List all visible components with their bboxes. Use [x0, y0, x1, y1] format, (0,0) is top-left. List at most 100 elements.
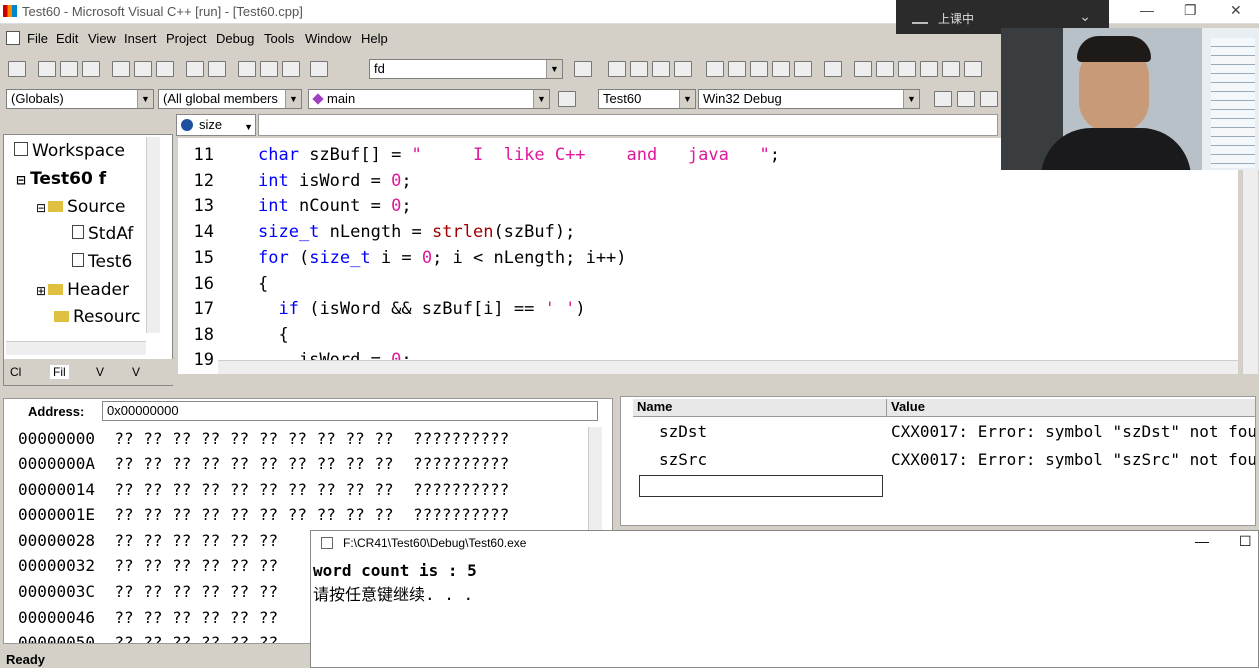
tab-classview[interactable]: Cl: [10, 365, 21, 379]
chevron-down-icon[interactable]: ▼: [137, 90, 153, 108]
window-list-icon[interactable]: [282, 61, 300, 77]
configuration-combo[interactable]: Win32 Debug ▼: [698, 89, 920, 109]
quickwatch-icon[interactable]: [824, 61, 842, 77]
find-combo[interactable]: fd ▼: [369, 59, 563, 79]
chevron-down-icon[interactable]: ▼: [244, 117, 253, 137]
window-icon[interactable]: [238, 61, 256, 77]
wizard-action-icon[interactable]: [558, 91, 576, 107]
go-icon[interactable]: [706, 61, 724, 77]
memory-address: 0000000A: [18, 454, 96, 473]
watch-name[interactable]: szDst: [659, 422, 707, 441]
tree-item-header-files[interactable]: ⊞ Header: [36, 280, 129, 300]
step-over-icon[interactable]: [750, 61, 768, 77]
paste-icon[interactable]: [156, 61, 174, 77]
menu-view[interactable]: View: [88, 31, 116, 46]
stop-build-icon[interactable]: [630, 61, 648, 77]
memory-window-icon[interactable]: [920, 61, 938, 77]
code-line[interactable]: size_t nLength = strlen(szBuf);: [258, 222, 575, 242]
menu-help[interactable]: Help: [361, 31, 388, 46]
minimize-button[interactable]: —: [1140, 2, 1154, 18]
compile-icon[interactable]: [608, 61, 626, 77]
tab-infoview[interactable]: V: [132, 365, 140, 379]
chevron-down-icon[interactable]: ▼: [533, 90, 549, 108]
tree-item-project[interactable]: ⊟ Test60 f: [16, 169, 106, 189]
menu-edit[interactable]: Edit: [56, 31, 78, 46]
chevron-down-icon[interactable]: ▼: [285, 90, 301, 108]
console-minimize-button[interactable]: —: [1195, 533, 1209, 549]
open-icon[interactable]: [38, 61, 56, 77]
redo-icon[interactable]: [208, 61, 226, 77]
line-number: 17: [193, 299, 214, 319]
console-maximize-button[interactable]: ☐: [1239, 533, 1252, 550]
step-into-icon[interactable]: [728, 61, 746, 77]
build-icon[interactable]: [652, 61, 670, 77]
memory-bytes: ?? ?? ?? ?? ?? ??: [114, 531, 279, 550]
menu-insert[interactable]: Insert: [124, 31, 157, 46]
build-icon[interactable]: [957, 91, 975, 107]
menu-window[interactable]: Window: [305, 31, 351, 46]
step-out-icon[interactable]: [772, 61, 790, 77]
tree-item-stdafx[interactable]: StdAf: [72, 224, 133, 244]
close-button[interactable]: ✕: [1230, 2, 1242, 19]
code-line[interactable]: for (size_t i = 0; i < nLength; i++): [258, 248, 627, 268]
chevron-down-icon[interactable]: ▼: [679, 90, 695, 108]
restore-button[interactable]: ❐: [1184, 2, 1197, 19]
tab-resourceview[interactable]: V: [96, 365, 104, 379]
compile-icon[interactable]: [934, 91, 952, 107]
watch-name[interactable]: szSrc: [659, 450, 707, 469]
memory-address: 00000050: [18, 633, 96, 643]
function-combo[interactable]: main ▼: [308, 89, 550, 109]
members-combo[interactable]: (All global members ▼: [158, 89, 302, 109]
address-input[interactable]: 0x00000000: [102, 401, 598, 421]
watch-col-value[interactable]: Value: [887, 399, 1255, 417]
chevron-down-icon[interactable]: ▼: [546, 60, 562, 78]
menu-debug[interactable]: Debug: [216, 31, 254, 46]
save-all-icon[interactable]: [82, 61, 100, 77]
watch-window-icon[interactable]: [854, 61, 872, 77]
copy-icon[interactable]: [134, 61, 152, 77]
code-line[interactable]: if (isWord && szBuf[i] == ' '): [258, 299, 585, 319]
cut-icon[interactable]: [112, 61, 130, 77]
variables-window-icon[interactable]: [876, 61, 894, 77]
tree-item-workspace[interactable]: Workspace: [14, 141, 125, 161]
undo-icon[interactable]: [186, 61, 204, 77]
call-stack-icon[interactable]: [942, 61, 960, 77]
console-output-line: 请按任意键继续. . .: [313, 585, 474, 604]
scope-combo[interactable]: (Globals) ▼: [6, 89, 154, 109]
chevron-down-icon[interactable]: ⌄: [1079, 8, 1091, 25]
menu-project[interactable]: Project: [166, 31, 206, 46]
editor-scrollbar[interactable]: [1242, 138, 1258, 374]
tree-item-resource-files[interactable]: Resourc: [54, 307, 141, 327]
code-line[interactable]: int isWord = 0;: [258, 171, 412, 191]
registers-window-icon[interactable]: [898, 61, 916, 77]
tree-item-test60-cpp[interactable]: Test6: [72, 252, 132, 272]
code-line[interactable]: {: [258, 325, 288, 345]
tree-item-source-files[interactable]: ⊟ Source: [36, 197, 125, 217]
project-combo[interactable]: Test60 ▼: [598, 89, 696, 109]
save-icon[interactable]: [60, 61, 78, 77]
watch-new-entry[interactable]: [639, 475, 883, 497]
find-in-files-icon[interactable]: [310, 61, 328, 77]
run-to-cursor-icon[interactable]: [794, 61, 812, 77]
tab-fileview[interactable]: Fil: [50, 365, 69, 379]
editor-hscrollbar[interactable]: [218, 360, 1238, 374]
editor-info-field[interactable]: [258, 114, 998, 136]
output-icon[interactable]: [260, 61, 278, 77]
editor-tab[interactable]: size ▼: [176, 114, 256, 136]
find-icon[interactable]: [574, 61, 592, 77]
watch-value: CXX0017: Error: symbol "szDst" not found: [891, 422, 1255, 441]
disassembly-icon[interactable]: [964, 61, 982, 77]
code-line[interactable]: {: [258, 274, 268, 294]
menu-file[interactable]: File: [27, 31, 48, 46]
workspace-scrollbar[interactable]: [146, 137, 160, 333]
workspace-hscrollbar[interactable]: [6, 341, 146, 355]
code-line[interactable]: char szBuf[] = " I like C++ and java ";: [258, 145, 780, 165]
menu-tools[interactable]: Tools: [264, 31, 294, 46]
chevron-down-icon[interactable]: ▼: [903, 90, 919, 108]
stop-build-icon[interactable]: [980, 91, 998, 107]
rebuild-icon[interactable]: [674, 61, 692, 77]
watch-col-name[interactable]: Name: [633, 399, 887, 417]
code-line[interactable]: int nCount = 0;: [258, 196, 412, 216]
code-editor[interactable]: 11 char szBuf[] = " I like C++ and java …: [178, 138, 1238, 374]
workspace-icon[interactable]: [8, 61, 26, 77]
